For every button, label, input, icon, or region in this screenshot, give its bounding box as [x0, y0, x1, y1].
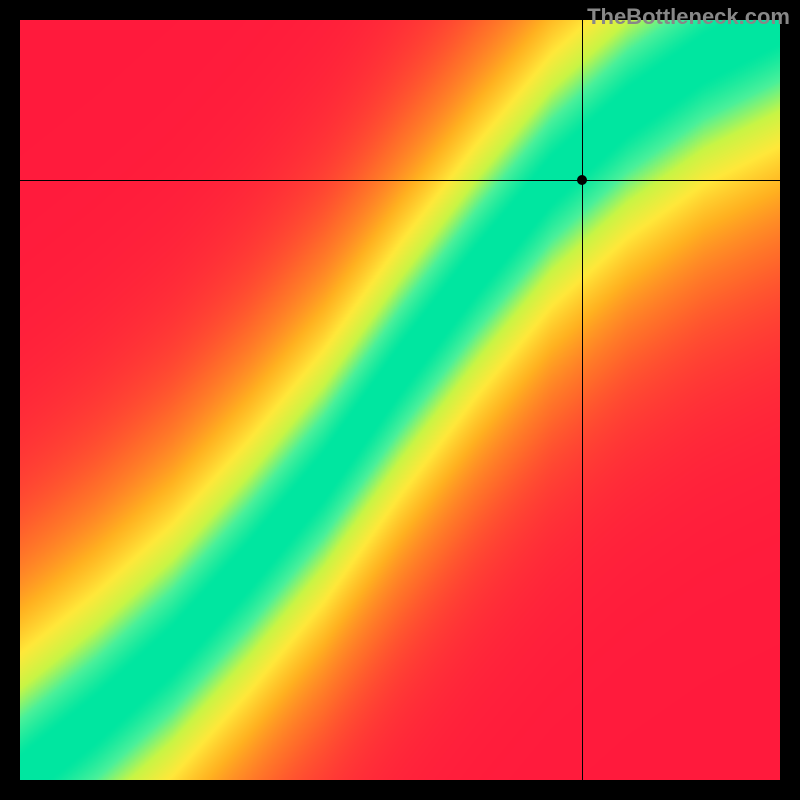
heatmap-plot: [20, 20, 780, 780]
crosshair-vertical: [582, 20, 583, 780]
heatmap-canvas: [20, 20, 780, 780]
watermark-text: TheBottleneck.com: [587, 4, 790, 30]
crosshair-horizontal: [20, 180, 780, 181]
crosshair-point: [577, 175, 587, 185]
